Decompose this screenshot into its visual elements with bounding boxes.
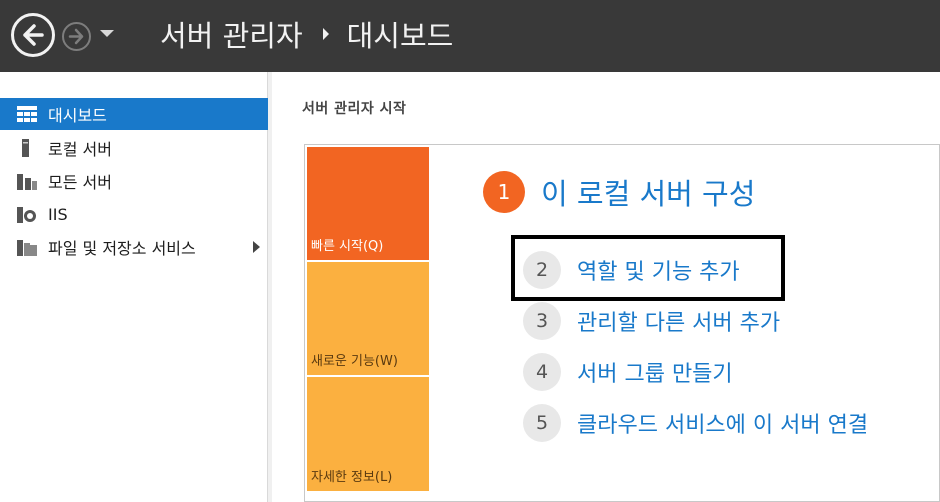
servers-icon bbox=[16, 172, 38, 190]
file-storage-icon bbox=[16, 238, 38, 256]
history-dropdown-icon[interactable] bbox=[100, 30, 114, 37]
step-link[interactable]: 관리할 다른 서버 추가 bbox=[577, 305, 780, 337]
welcome-panel: 빠른 시작(Q) 새로운 기능(W) 자세한 정보(L) 1 이 로컬 서버 구… bbox=[304, 144, 940, 502]
tile-quick-start[interactable]: 빠른 시작(Q) bbox=[307, 147, 429, 260]
section-title: 서버 관리자 시작 bbox=[302, 101, 407, 117]
back-arrow-icon[interactable] bbox=[11, 13, 55, 57]
sidebar-item-dashboard[interactable]: 대시보드 bbox=[0, 98, 268, 130]
tile-learn-more[interactable]: 자세한 정보(L) bbox=[307, 377, 429, 491]
main-content: 서버 관리자 시작 빠른 시작(Q) 새로운 기능(W) 자세한 정보(L) 1… bbox=[272, 72, 940, 502]
sidebar-item-label: 파일 및 저장소 서비스 bbox=[48, 239, 196, 258]
sidebar-item-all-servers[interactable]: 모든 서버 bbox=[0, 165, 268, 197]
sidebar-item-label: 로컬 서버 bbox=[48, 140, 112, 159]
forward-arrow-icon[interactable] bbox=[62, 22, 91, 51]
step-link[interactable]: 이 로컬 서버 구성 bbox=[541, 171, 755, 213]
dashboard-icon bbox=[16, 105, 38, 123]
sidebar: 대시보드 로컬 서버 모든 서버 IIS 파일 및 저장소 서비스 bbox=[0, 72, 268, 502]
step-configure-local-server[interactable]: 1 이 로컬 서버 구성 bbox=[483, 171, 755, 213]
highlight-annotation-box bbox=[511, 235, 785, 301]
step-add-other-servers[interactable]: 3 관리할 다른 서버 추가 bbox=[523, 302, 780, 340]
step-number-badge: 1 bbox=[483, 171, 525, 213]
app-title: 서버 관리자 bbox=[160, 19, 303, 53]
sidebar-item-local-server[interactable]: 로컬 서버 bbox=[0, 132, 268, 164]
iis-icon bbox=[16, 205, 38, 223]
sidebar-item-label: 모든 서버 bbox=[48, 173, 112, 192]
step-create-server-group[interactable]: 4 서버 그룹 만들기 bbox=[523, 353, 733, 391]
title-bar: 서버 관리자 대시보드 bbox=[0, 0, 940, 72]
step-link[interactable]: 클라우드 서비스에 이 서버 연결 bbox=[577, 407, 868, 439]
breadcrumb: 서버 관리자 대시보드 bbox=[160, 14, 453, 54]
sidebar-item-label: 대시보드 bbox=[48, 106, 107, 125]
sidebar-item-label: IIS bbox=[48, 204, 68, 224]
tile-label: 새로운 기능(W) bbox=[311, 354, 398, 369]
page-title: 대시보드 bbox=[346, 19, 454, 53]
tile-whats-new[interactable]: 새로운 기능(W) bbox=[307, 262, 429, 375]
step-number-badge: 5 bbox=[523, 404, 561, 442]
step-number-badge: 3 bbox=[523, 302, 561, 340]
breadcrumb-separator-icon bbox=[322, 28, 329, 40]
step-number-badge: 4 bbox=[523, 353, 561, 391]
expand-chevron-icon[interactable] bbox=[253, 241, 260, 253]
sidebar-item-iis[interactable]: IIS bbox=[0, 198, 268, 230]
sidebar-item-file-storage[interactable]: 파일 및 저장소 서비스 bbox=[0, 231, 268, 263]
server-icon bbox=[16, 139, 38, 157]
step-link[interactable]: 서버 그룹 만들기 bbox=[577, 356, 733, 388]
tile-label: 자세한 정보(L) bbox=[311, 470, 393, 485]
step-connect-cloud-services[interactable]: 5 클라우드 서비스에 이 서버 연결 bbox=[523, 404, 868, 442]
tile-label: 빠른 시작(Q) bbox=[311, 239, 384, 254]
